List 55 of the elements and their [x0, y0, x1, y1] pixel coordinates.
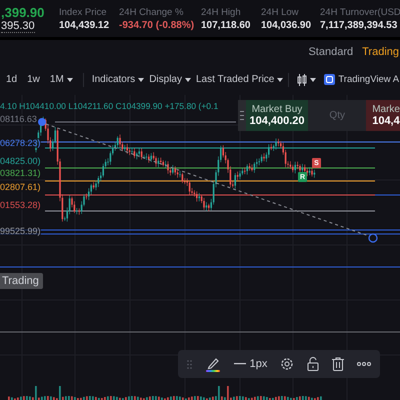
caret-icon	[66, 78, 73, 82]
drag-handle-icon[interactable]	[186, 360, 192, 368]
line-icon	[234, 363, 246, 365]
interval-tab[interactable]: 1M	[50, 74, 64, 85]
stat-label: 24H Low	[261, 6, 298, 18]
stat-label: 24H Change %	[119, 6, 184, 18]
support-line	[374, 194, 400, 196]
fibonacci-price-label: 01553.28)	[0, 200, 41, 210]
candles-icon	[297, 74, 308, 86]
dropdown-menu[interactable]: Last Traded Price	[196, 74, 284, 85]
caret-icon	[138, 78, 144, 82]
caret-icon	[277, 78, 284, 82]
tradingview-ai-button[interactable]: TradingView A	[324, 74, 400, 85]
unlock-icon	[307, 357, 320, 371]
more-button[interactable]	[357, 362, 372, 366]
interval-tab[interactable]: 1d	[6, 74, 18, 85]
pencil-icon	[204, 356, 221, 372]
chart-type-dropdown[interactable]	[297, 74, 316, 86]
delete-button[interactable]	[332, 357, 344, 371]
position-label: Trading	[0, 273, 43, 289]
fibonacci-price-label: 03821.31)	[0, 168, 41, 178]
stat-value: 104,036.90	[261, 20, 312, 30]
stat-value: 104,439.12	[59, 20, 110, 30]
dropdown-menu[interactable]: Indicators	[92, 74, 144, 85]
interval-tab[interactable]: 1w	[27, 74, 40, 85]
stat-value: -934.70 (-0.88%)	[119, 20, 194, 30]
settings-button[interactable]	[280, 357, 294, 371]
color-picker-button[interactable]	[204, 356, 221, 372]
fibonacci-price-label: 04825.00)	[0, 156, 41, 166]
fibonacci-price-label: 08116.63	[0, 114, 37, 124]
lock-button[interactable]	[307, 357, 320, 371]
fibonacci-price-label: 06278.23)	[0, 138, 41, 148]
market-sell-button[interactable]: Marke 104,4	[366, 100, 400, 131]
view-mode-tab[interactable]: Trading	[362, 46, 399, 58]
last-price: ,399.90	[1, 4, 44, 20]
mark-price: 395.30	[1, 20, 35, 32]
stat-value: 107,118.60	[201, 20, 250, 30]
line-width-button[interactable]: 1px	[234, 358, 268, 370]
more-icon	[357, 362, 372, 366]
fibonacci-price-label: 99525.99)	[0, 226, 41, 236]
view-mode-tab[interactable]: Standard	[308, 46, 354, 58]
quantity-field[interactable]: Qty	[308, 100, 366, 131]
ohlc-readout: 4.10 H104410.00 L104211.60 C104399.90 +175.80 (+0.1	[0, 101, 218, 111]
caret-icon	[184, 78, 191, 82]
market-buy-button[interactable]: Market Buy 104,400.20	[246, 100, 308, 131]
settings-icon	[280, 357, 294, 371]
stat-label: Index Price	[59, 6, 107, 18]
dropdown-menu[interactable]: Display	[149, 74, 191, 85]
caret-icon	[310, 78, 316, 82]
stat-label: 24H High	[201, 6, 241, 18]
drag-handle-icon[interactable]	[238, 100, 246, 131]
stat-label: 24H Turnover(USD	[320, 6, 400, 18]
fibonacci-price-label: 02807.61)	[0, 182, 41, 192]
stat-value: 7,117,389,394.53	[320, 20, 398, 30]
trash-icon	[332, 357, 344, 371]
